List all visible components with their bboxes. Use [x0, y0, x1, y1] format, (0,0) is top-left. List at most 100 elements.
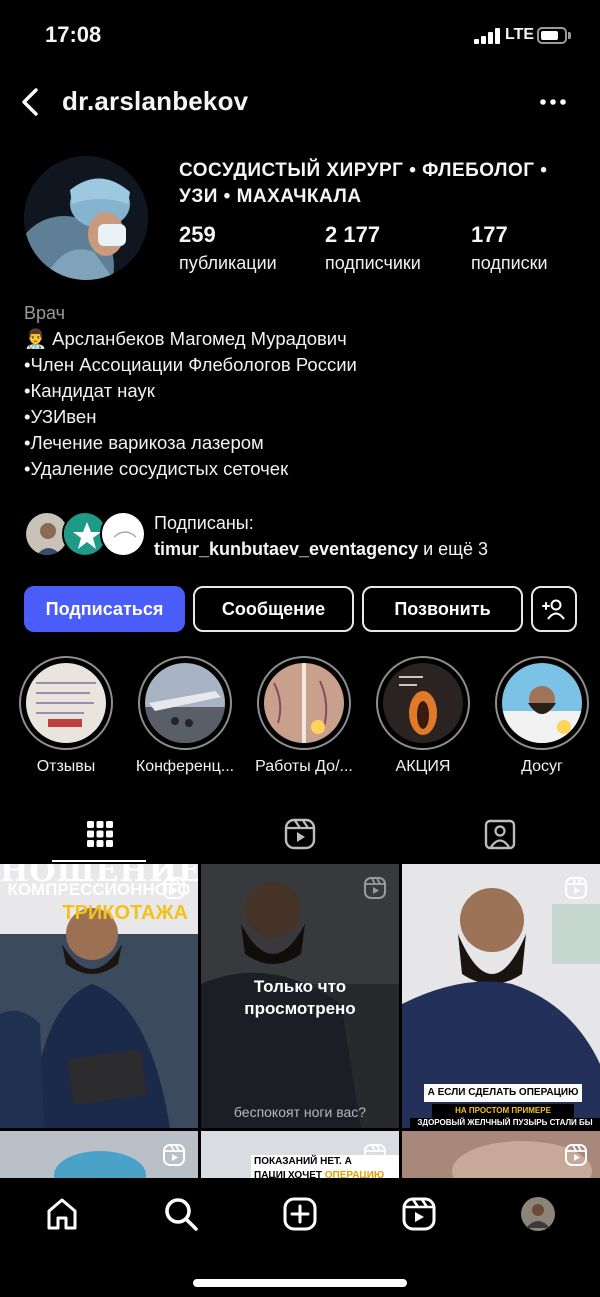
reels-icon — [284, 818, 316, 850]
reel-badge-icon — [163, 877, 185, 899]
reel-badge-icon — [163, 1144, 185, 1166]
nav-profile[interactable] — [518, 1194, 558, 1234]
highlight-ring — [19, 656, 113, 750]
bio-line: •Член Ассоциации Флебологов России — [24, 354, 357, 375]
highlight-label: Отзывы — [36, 758, 96, 775]
highlight-item[interactable]: Отзывы — [11, 656, 121, 776]
followed-by-prefix: Подписаны: — [154, 513, 254, 533]
story-highlights: Отзывы Конференц... Работы До/... АКЦИЯ … — [0, 656, 600, 786]
post-title-line: ТРИКОТАЖА — [62, 902, 188, 924]
highlight-label: Досуг — [521, 758, 563, 775]
posts-label: публикации — [179, 253, 277, 273]
profile-header: dr.arslanbekov — [0, 76, 600, 130]
bio-line: •УЗИвен — [24, 406, 97, 427]
suggest-users-button[interactable] — [531, 586, 577, 632]
call-button[interactable]: Позвонить — [362, 586, 523, 632]
battery-tip — [568, 32, 571, 39]
grid-post[interactable] — [402, 1131, 600, 1178]
reels-icon — [402, 1197, 436, 1231]
grid-icon — [87, 821, 113, 847]
posts-stat[interactable]: 259 публикации — [179, 222, 277, 275]
reel-badge-icon — [364, 877, 386, 899]
highlight-cover — [145, 663, 225, 743]
message-button[interactable]: Сообщение — [193, 586, 354, 632]
header-username: dr.arslanbekov — [62, 86, 249, 116]
highlight-cover — [264, 663, 344, 743]
highlight-item[interactable]: Конференц... — [130, 656, 240, 776]
following-stat[interactable]: 177 подписки — [471, 222, 548, 275]
highlight-label: АКЦИЯ — [395, 758, 451, 775]
back-button[interactable] — [14, 84, 50, 120]
reel-badge-icon — [565, 1144, 587, 1166]
add-post-icon — [283, 1197, 317, 1231]
profile-avatar-icon — [521, 1197, 555, 1231]
highlight-cover — [26, 663, 106, 743]
highlight-item[interactable]: АКЦИЯ — [368, 656, 478, 776]
followed-by-account[interactable]: timur_kunbutaev_eventagency — [154, 539, 418, 559]
highlight-item[interactable]: Досуг — [487, 656, 597, 776]
nav-reels[interactable] — [399, 1194, 439, 1234]
nav-search[interactable] — [161, 1194, 201, 1234]
highlight-cover — [383, 663, 463, 743]
followed-by-text: Подписаны: timur_kunbutaev_eventagency и… — [154, 510, 488, 562]
search-icon — [165, 1198, 198, 1231]
highlight-ring — [376, 656, 470, 750]
signal-icon — [474, 28, 500, 44]
bio-category: Врач — [24, 303, 66, 323]
posts-count: 259 — [179, 222, 216, 247]
status-bar: 17:08 LTE — [0, 0, 600, 70]
profile-tabs — [0, 806, 600, 862]
bio-line: •Лечение варикоза лазером — [24, 432, 264, 453]
home-indicator — [193, 1279, 407, 1287]
grid-post[interactable]: А ЕСЛИ СДЕЛАТЬ ОПЕРАЦИЮ ? НА ПРОСТОМ ПРИ… — [402, 864, 600, 1128]
nav-create[interactable] — [280, 1194, 320, 1234]
reel-badge-icon — [565, 877, 587, 899]
highlight-item[interactable]: Работы До/... — [249, 656, 359, 776]
tab-reels[interactable] — [200, 806, 400, 862]
tab-posts-grid[interactable] — [0, 806, 200, 862]
followed-by[interactable]: ​ Подписаны: timur_kunbutaev_eventagency… — [24, 508, 594, 564]
highlight-label: Работы До/... — [255, 758, 353, 775]
tagged-person-icon — [484, 819, 516, 850]
nav-home[interactable] — [42, 1194, 82, 1234]
highlight-cover — [502, 663, 582, 743]
posts-grid: НОШЕНИЕ КОМПРЕССИОННОГО ТРИКОТАЖА Только… — [0, 864, 600, 1178]
battery-icon — [537, 27, 567, 44]
post-text-highlight: ОПЕРАЦИЮ — [324, 1170, 385, 1178]
bio-line: •Кандидат наук — [24, 380, 155, 401]
post-question-banner: А ЕСЛИ СДЕЛАТЬ ОПЕРАЦИЮ ? — [424, 1084, 582, 1116]
bio-line: •Удаление сосудистых сеточек — [24, 458, 289, 479]
followers-label: подписчики — [325, 253, 421, 273]
highlight-ring — [257, 656, 351, 750]
followed-by-suffix: и ещё 3 — [418, 539, 488, 559]
follower-avatar: ​ — [100, 511, 146, 557]
bio: Врач 👨‍⚕️ Арсланбеков Магомед Мурадович … — [24, 300, 584, 482]
following-count: 177 — [471, 222, 508, 247]
followers-count: 2 177 — [325, 222, 381, 247]
bio-line: 👨‍⚕️ Арсланбеков Магомед Мурадович — [24, 328, 347, 349]
post-subtitle-banner: НА ПРОСТОМ ПРИМЕРЕ ОБЪЯСНЯЯ — [432, 1104, 574, 1128]
more-icon — [540, 99, 566, 105]
post-caption: беспокоят ноги вас? — [233, 1104, 367, 1120]
grid-post[interactable]: Только что просмотрено беспокоят ноги ва… — [201, 864, 399, 1128]
profile-avatar[interactable] — [24, 156, 148, 280]
more-options-button[interactable] — [536, 92, 572, 112]
reel-badge-icon — [364, 1144, 386, 1166]
post-text-part: ХОЧЕТ — [288, 1170, 325, 1178]
viewed-overlay-text: Только что просмотрено — [244, 977, 356, 1018]
highlight-ring — [495, 656, 589, 750]
followed-by-line: timur_kunbutaev_eventagency и ещё 3 — [154, 536, 488, 562]
grid-post[interactable]: ПОКАЗАНИЙ НЕТ. А ПАЦИЕН ХОЧЕТ ОПЕРАЦИЮ — [201, 1131, 399, 1178]
followers-stat[interactable]: 2 177 подписчики — [325, 222, 421, 275]
highlight-ring — [138, 656, 232, 750]
following-label: подписки — [471, 253, 548, 273]
tab-tagged[interactable] — [400, 806, 600, 862]
grid-post[interactable]: НОШЕНИЕ КОМПРЕССИОННОГО ТРИКОТАЖА — [0, 864, 198, 1128]
profile-category-title: СОСУДИСТЫЙ ХИРУРГ • ФЛЕБОЛОГ • УЗИ • МАХ… — [179, 160, 548, 207]
active-tab-indicator — [52, 860, 146, 862]
highlight-label: Конференц... — [135, 758, 235, 775]
grid-post[interactable] — [0, 1131, 198, 1178]
bottom-navigation — [0, 1178, 600, 1297]
follow-button[interactable]: Подписаться — [24, 586, 185, 632]
post-text-line: ХОЧЕТ ОПЕРАЦИЮ — [285, 1169, 388, 1178]
